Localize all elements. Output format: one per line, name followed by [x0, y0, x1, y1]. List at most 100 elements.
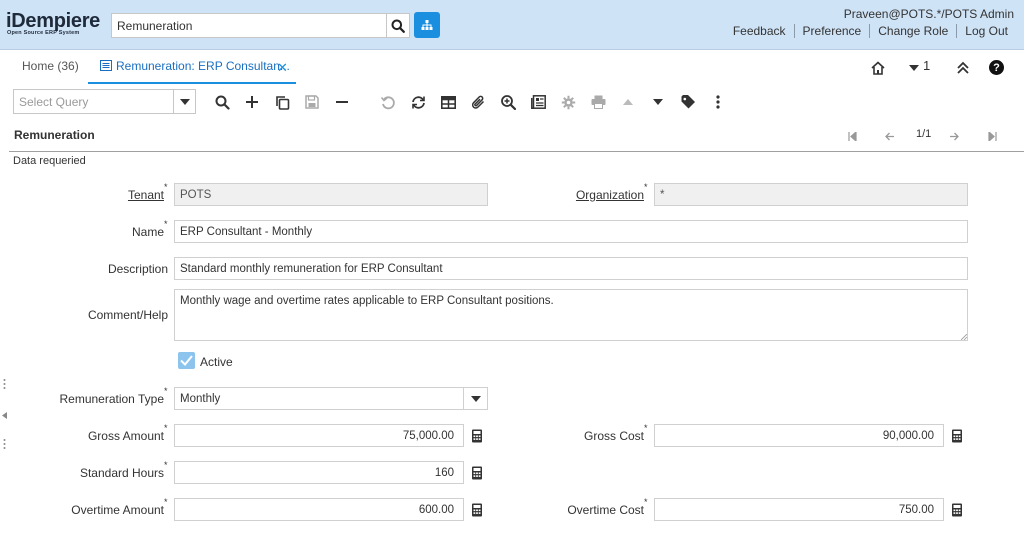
- delete-button[interactable]: [332, 92, 352, 112]
- name-field[interactable]: ERP Consultant - Monthly: [174, 220, 968, 243]
- collapse-arrow-icon[interactable]: [2, 408, 7, 422]
- tab-label: Remuneration: ERP Consultan...: [116, 59, 290, 73]
- remuneration-type-value: Monthly: [180, 392, 221, 405]
- first-record-button[interactable]: [845, 129, 859, 143]
- required-marker: *: [644, 182, 648, 192]
- select-query-dropdown[interactable]: [173, 90, 195, 113]
- global-search: [111, 13, 410, 38]
- calculator-icon[interactable]: [951, 429, 963, 443]
- collapse-icon[interactable]: [955, 60, 971, 76]
- copy-icon: [275, 95, 289, 110]
- copy-record-button[interactable]: [272, 92, 292, 112]
- required-marker: *: [164, 460, 168, 470]
- arrow-right-icon: [950, 132, 959, 140]
- gross-amount-field[interactable]: 75,000.00: [174, 424, 464, 447]
- window-tabs: Home (36) Remuneration: ERP Consultan...…: [0, 51, 1024, 84]
- header-links: Feedback Preference Change Role Log Out: [725, 24, 1016, 38]
- organization-field[interactable]: *: [654, 183, 968, 206]
- preference-link[interactable]: Preference: [795, 24, 870, 38]
- next-button[interactable]: [947, 129, 961, 143]
- report-button[interactable]: [528, 92, 548, 112]
- undo-button[interactable]: [378, 92, 398, 112]
- label-button[interactable]: [678, 92, 698, 112]
- required-marker: *: [644, 497, 648, 507]
- tab-home[interactable]: Home (36): [22, 59, 79, 73]
- description-field[interactable]: Standard monthly remuneration for ERP Co…: [174, 257, 968, 280]
- calculator-icon[interactable]: [951, 503, 963, 517]
- calculator-icon[interactable]: [471, 466, 483, 480]
- report-icon: [530, 95, 546, 109]
- resize-handle-icon[interactable]: [961, 334, 967, 340]
- more-vertical-icon: [716, 95, 720, 109]
- drag-dots-icon: [3, 439, 6, 449]
- sitemap-button[interactable]: [414, 12, 440, 38]
- standard-hours-label: Standard Hours: [79, 466, 164, 480]
- calculator-icon[interactable]: [471, 503, 483, 517]
- refresh-icon: [411, 95, 425, 109]
- tenant-label[interactable]: Tenant: [128, 188, 164, 202]
- caret-down-icon: [909, 64, 919, 71]
- attachment-button[interactable]: [468, 92, 488, 112]
- organization-label[interactable]: Organization: [576, 188, 644, 202]
- previous-button[interactable]: [883, 129, 897, 143]
- checkmark-icon: [180, 355, 193, 366]
- required-marker: *: [164, 386, 168, 396]
- caret-down-icon: [179, 98, 190, 105]
- app-header: iDempiere Open Source ERP System Praveen…: [0, 0, 1024, 50]
- calculator-icon[interactable]: [471, 429, 483, 443]
- select-query-input[interactable]: [14, 90, 174, 113]
- help-icon[interactable]: ?: [989, 60, 1004, 75]
- splitter-handle[interactable]: [3, 438, 6, 450]
- window-title: Remuneration: [14, 128, 95, 142]
- home-icon[interactable]: [870, 60, 886, 76]
- active-checkbox[interactable]: [178, 352, 195, 369]
- zoom-across-button[interactable]: [498, 92, 518, 112]
- grid-toggle-button[interactable]: [438, 92, 458, 112]
- grid-icon: [440, 95, 456, 109]
- idempiere-logo[interactable]: iDempiere Open Source ERP System: [6, 10, 108, 38]
- plus-icon: [246, 96, 258, 108]
- refresh-button[interactable]: [408, 92, 428, 112]
- next-record-button[interactable]: [648, 92, 668, 112]
- remuneration-type-select[interactable]: Monthly: [174, 387, 488, 410]
- feedback-link[interactable]: Feedback: [725, 24, 794, 38]
- logout-link[interactable]: Log Out: [957, 24, 1016, 38]
- caret-up-icon: [623, 99, 633, 105]
- undo-icon: [380, 95, 395, 109]
- overtime-amount-field[interactable]: 600.00: [174, 498, 464, 521]
- paperclip-icon: [471, 95, 484, 109]
- find-button[interactable]: [212, 92, 232, 112]
- overtime-cost-field[interactable]: 750.00: [654, 498, 944, 521]
- user-info[interactable]: Praveen@POTS.*/POTS Admin: [844, 7, 1014, 21]
- active-label: Active: [200, 355, 233, 369]
- tab-remuneration[interactable]: Remuneration: ERP Consultan... ✕: [88, 51, 296, 84]
- printer-icon: [591, 95, 605, 109]
- close-icon[interactable]: ✕: [277, 60, 288, 76]
- required-marker: *: [164, 182, 168, 192]
- name-label: Name: [131, 225, 164, 239]
- overtime-amount-label: Overtime Amount: [71, 503, 164, 517]
- search-icon: [391, 19, 405, 33]
- previous-record-button[interactable]: [618, 92, 638, 112]
- caret-down-icon: [653, 99, 663, 105]
- gross-cost-field[interactable]: 90,000.00: [654, 424, 944, 447]
- tenant-field[interactable]: POTS: [174, 183, 488, 206]
- splitter-handle[interactable]: [3, 378, 6, 390]
- gross-cost-label: Gross Cost: [583, 429, 644, 443]
- window-count-dropdown[interactable]: 1: [909, 58, 930, 75]
- search-button[interactable]: [386, 14, 409, 37]
- save-button[interactable]: [302, 92, 322, 112]
- remuneration-type-dropdown[interactable]: [463, 388, 487, 409]
- more-button[interactable]: [708, 92, 728, 112]
- standard-hours-field[interactable]: 160: [174, 461, 464, 484]
- change-role-link[interactable]: Change Role: [870, 24, 956, 38]
- gear-icon: [561, 95, 575, 109]
- print-button[interactable]: [588, 92, 608, 112]
- process-button[interactable]: [558, 92, 578, 112]
- required-marker: *: [164, 497, 168, 507]
- new-record-button[interactable]: [242, 92, 262, 112]
- comment-help-field[interactable]: Monthly wage and overtime rates applicab…: [174, 289, 968, 341]
- drag-dots-icon: [3, 379, 6, 389]
- global-search-input[interactable]: [112, 14, 387, 37]
- last-record-button[interactable]: [985, 129, 999, 143]
